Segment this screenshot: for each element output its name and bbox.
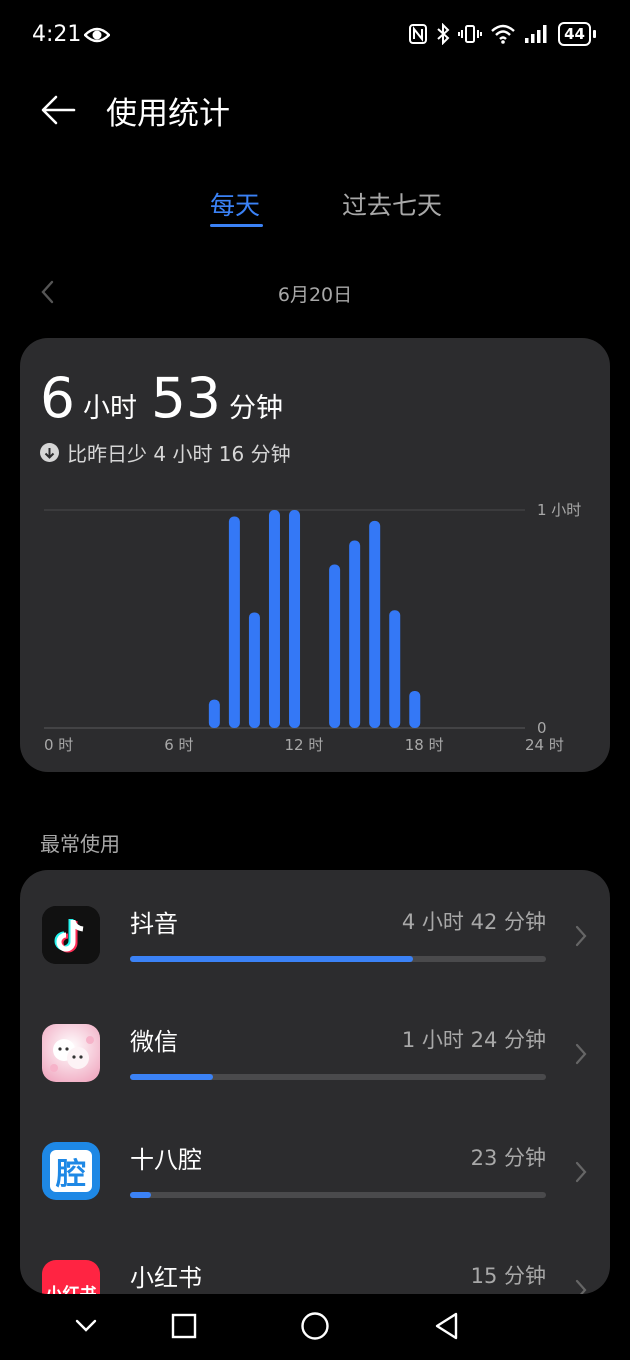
chevron-right-icon xyxy=(575,1161,587,1183)
period-tabs: 每天 过去七天 xyxy=(0,180,630,240)
douyin-icon xyxy=(42,906,100,964)
header: 使用统计 xyxy=(0,72,630,148)
app-usage-time: 4 小时 42 分钟 xyxy=(401,910,546,934)
x-tick-label: 12 时 xyxy=(285,736,324,754)
usage-bar-hour-14 xyxy=(329,564,341,728)
home-button[interactable] xyxy=(299,1310,331,1342)
xiaohongshu-icon-text: 小红书 xyxy=(42,1280,100,1294)
usage-bar-hour-9 xyxy=(228,516,240,728)
usage-bar xyxy=(130,1074,546,1080)
back-nav-button[interactable] xyxy=(432,1310,462,1342)
tab-last-seven-days[interactable]: 过去七天 xyxy=(342,186,442,222)
usage-bar-hour-8 xyxy=(208,699,220,728)
usage-bar-hour-17 xyxy=(389,610,401,728)
usage-bar-fill xyxy=(130,956,413,962)
shibaqiang-icon-glyph: 腔 xyxy=(56,1157,86,1192)
y-tick-label: 0 xyxy=(537,719,547,737)
usage-bar-hour-16 xyxy=(369,520,381,728)
app-row-shibaqiang[interactable]: 腔 十八腔 23 分钟 xyxy=(20,1106,610,1224)
y-tick-label: 1 小时 xyxy=(537,501,581,519)
usage-bar-hour-18 xyxy=(409,690,421,728)
active-tab-indicator xyxy=(210,224,263,227)
chevron-right-icon xyxy=(575,1279,587,1294)
app-row-douyin[interactable]: 抖音 4 小时 42 分钟 xyxy=(20,870,610,988)
app-name: 微信 xyxy=(130,1028,178,1056)
usage-bar-hour-10 xyxy=(248,612,260,728)
system-navigation-bar xyxy=(0,1294,630,1360)
section-label-most-used: 最常使用 xyxy=(40,832,120,856)
back-arrow-icon xyxy=(41,95,76,125)
usage-bar-fill xyxy=(130,1074,214,1080)
usage-bar-hour-15 xyxy=(349,540,361,728)
vibrate-icon xyxy=(458,25,483,43)
hourly-usage-chart: 1 小时 0 0 时 6 时 12 时 18 时 24 时 xyxy=(44,501,581,754)
app-usage-time: 15 分钟 xyxy=(470,1264,546,1288)
x-tick-label: 0 时 xyxy=(44,736,73,754)
app-name: 抖音 xyxy=(130,910,178,938)
xiaohongshu-icon: 小红书 xyxy=(42,1260,100,1294)
usage-bar-fill xyxy=(130,1192,151,1198)
page-title: 使用统计 xyxy=(106,96,230,132)
app-usage-time: 1 小时 24 分钟 xyxy=(401,1028,546,1052)
date-selector: 6月20日 xyxy=(0,272,630,312)
nfc-icon xyxy=(409,24,428,44)
date-label: 6月20日 xyxy=(277,284,353,306)
wifi-icon xyxy=(491,24,515,44)
chevron-right-icon xyxy=(575,1043,587,1065)
most-used-apps-list: 抖音 4 小时 42 分钟 微信 1 小时 24 分钟 腔 十八腔 23 分钟 … xyxy=(20,870,610,1294)
back-button[interactable] xyxy=(38,90,78,130)
battery-level: 44 xyxy=(558,22,591,46)
chevron-down-icon[interactable] xyxy=(72,1316,100,1336)
status-icons: 44 xyxy=(408,22,596,46)
usage-bar-hour-11 xyxy=(268,510,280,728)
x-tick-label: 18 时 xyxy=(405,736,444,754)
x-tick-label: 6 时 xyxy=(164,736,193,754)
app-row-wechat[interactable]: 微信 1 小时 24 分钟 xyxy=(20,988,610,1106)
usage-bar xyxy=(130,1192,546,1198)
status-bar: 4:21 44 xyxy=(0,0,630,72)
app-row-xiaohongshu[interactable]: 小红书 小红书 15 分钟 xyxy=(20,1224,610,1294)
battery-tip xyxy=(593,30,596,38)
wechat-icon xyxy=(42,1024,100,1082)
eye-comfort-icon xyxy=(84,27,110,43)
app-name: 小红书 xyxy=(130,1264,202,1292)
chevron-right-icon xyxy=(575,925,587,947)
shibaqiang-icon: 腔 xyxy=(42,1142,100,1200)
signal-icon xyxy=(525,25,547,43)
status-time: 4:21 xyxy=(32,22,82,47)
usage-summary-card: 6 小时 53 分钟 比昨日少 4 小时 16 分钟 1 小时 0 0 时6 时 12… xyxy=(20,338,610,772)
battery-indicator: 44 xyxy=(558,22,596,46)
bluetooth-icon xyxy=(437,23,450,45)
recent-apps-button[interactable] xyxy=(170,1312,198,1340)
tab-daily[interactable]: 每天 xyxy=(210,186,260,222)
app-usage-time: 23 分钟 xyxy=(470,1146,546,1170)
usage-bar xyxy=(130,956,546,962)
app-name: 十八腔 xyxy=(130,1146,202,1174)
x-tick-label: 24 时 xyxy=(525,736,564,754)
usage-bar-hour-12 xyxy=(289,510,301,728)
